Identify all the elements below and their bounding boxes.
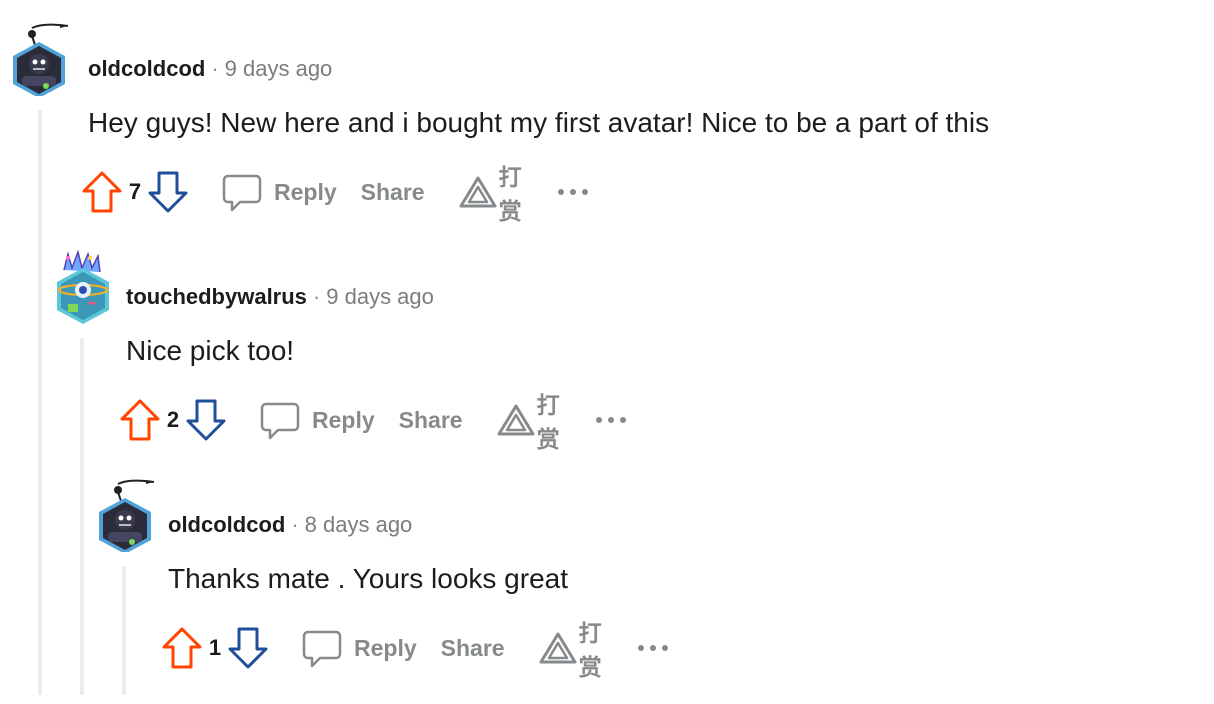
timestamp[interactable]: 9 days ago (326, 284, 434, 309)
award-button[interactable]: 打赏 (539, 614, 606, 682)
downvote-button[interactable] (184, 396, 228, 444)
downvote-button[interactable] (146, 168, 190, 216)
vote-score: 1 (208, 635, 222, 660)
comment-bubble-icon (222, 172, 262, 212)
comment-meta: oldcoldcod · 9 days ago (88, 55, 332, 83)
avatar[interactable] (10, 22, 69, 98)
award-label: 打赏 (536, 392, 560, 452)
share-label: Share (360, 178, 425, 205)
comment-meta: oldcoldcod · 8 days ago (168, 511, 412, 539)
more-dots-icon (594, 415, 628, 425)
timestamp[interactable]: 8 days ago (305, 512, 413, 537)
arrow-up-icon (160, 625, 204, 671)
comment-bubble-icon (302, 628, 342, 668)
arrow-up-icon (118, 397, 162, 443)
share-label: Share (398, 406, 463, 433)
comment-bubble-icon (260, 400, 300, 440)
reply-button[interactable]: Reply (302, 628, 417, 668)
author-link[interactable]: touchedbywalrus (126, 284, 307, 309)
share-button[interactable]: Share (361, 179, 425, 206)
reply-button[interactable]: Reply (222, 172, 337, 212)
timestamp[interactable]: 9 days ago (225, 56, 333, 81)
share-button[interactable]: Share (441, 635, 505, 662)
arrow-down-icon (146, 169, 190, 215)
thread-line-level-3[interactable] (122, 566, 126, 695)
reply-label: Reply (354, 634, 417, 661)
award-label: 打赏 (498, 164, 522, 224)
upvote-button[interactable] (160, 624, 204, 672)
comment-actions: 7 Reply Share 打赏 (80, 164, 590, 224)
thread-line-level-2[interactable] (80, 338, 84, 695)
thread-line-level-1[interactable] (38, 110, 42, 695)
share-button[interactable]: Share (399, 407, 463, 434)
downvote-button[interactable] (226, 624, 270, 672)
award-button[interactable]: 打赏 (497, 386, 564, 454)
share-label: Share (440, 634, 505, 661)
arrow-up-icon (80, 169, 124, 215)
award-label: 打赏 (578, 620, 602, 680)
comment-actions: 2 Reply Share 打赏 (118, 392, 628, 452)
upvote-button[interactable] (80, 168, 124, 216)
reply-label: Reply (274, 178, 337, 205)
award-triangle-icon (459, 175, 497, 209)
vote-score: 7 (128, 179, 142, 204)
more-options-button[interactable] (594, 415, 628, 425)
meta-separator: · (211, 56, 219, 81)
more-options-button[interactable] (636, 643, 670, 653)
comment-body: Nice pick too! (126, 335, 295, 366)
vote-score: 2 (166, 407, 180, 432)
author-link[interactable]: oldcoldcod (168, 512, 285, 537)
meta-separator: · (291, 512, 299, 537)
reply-button[interactable]: Reply (260, 400, 375, 440)
comment-body: Hey guys! New here and i bought my first… (88, 107, 990, 138)
comment-body: Thanks mate . Yours looks great (168, 563, 568, 594)
comment-meta: touchedbywalrus · 9 days ago (126, 283, 434, 311)
arrow-down-icon (226, 625, 270, 671)
award-triangle-icon (539, 631, 577, 665)
avatar[interactable] (96, 478, 155, 554)
meta-separator: · (312, 284, 321, 309)
comment-actions: 1 Reply Share 打赏 (160, 620, 670, 680)
more-options-button[interactable] (556, 187, 590, 197)
avatar[interactable] (54, 249, 112, 324)
upvote-button[interactable] (118, 396, 162, 444)
award-triangle-icon (497, 403, 535, 437)
more-dots-icon (636, 643, 670, 653)
arrow-down-icon (184, 397, 228, 443)
reply-label: Reply (312, 406, 375, 433)
author-link[interactable]: oldcoldcod (88, 56, 205, 81)
more-dots-icon (556, 187, 590, 197)
award-button[interactable]: 打赏 (459, 158, 526, 226)
